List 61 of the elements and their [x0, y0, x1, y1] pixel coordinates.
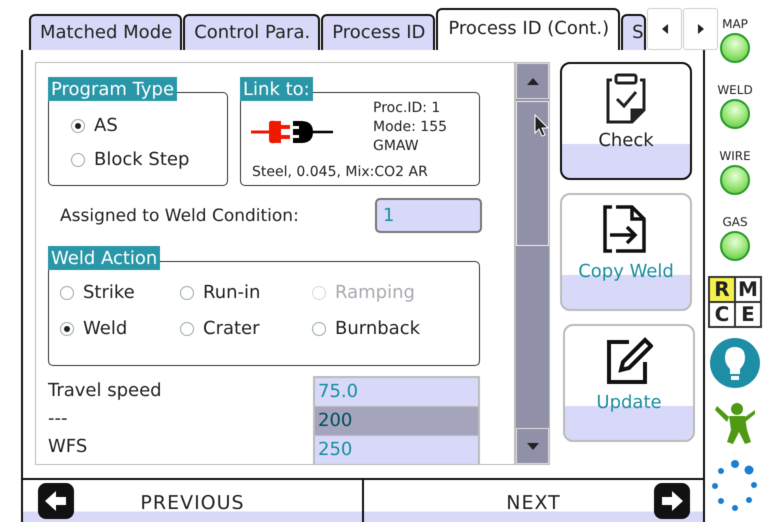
radio-label: Run-in	[203, 282, 260, 304]
mode-text: Mode: 155	[373, 118, 448, 137]
radio-button[interactable]	[180, 286, 194, 300]
caret-left-icon	[660, 24, 670, 34]
person-icon	[715, 402, 755, 446]
tab[interactable]: Matched Mode	[29, 14, 182, 50]
scroll-up-button[interactable]	[516, 63, 549, 99]
indicator-label: WELD	[717, 82, 753, 98]
radio-button[interactable]	[60, 322, 74, 336]
radio-button[interactable]	[71, 119, 85, 133]
scroll-right-button[interactable]	[683, 8, 718, 50]
radio-label: Strike	[83, 282, 135, 304]
tab[interactable]: Control Para.	[183, 14, 320, 50]
parameter-label: ---	[48, 408, 68, 431]
scrollbar-track[interactable]	[515, 62, 550, 465]
radio-label: Block Step	[94, 149, 190, 171]
radio-button[interactable]	[60, 286, 74, 300]
lightbulb-icon	[710, 338, 760, 388]
radio-label: Weld	[83, 318, 128, 340]
caret-up-icon	[526, 78, 538, 84]
scroll-down-button[interactable]	[516, 428, 549, 464]
action-button[interactable]: Update	[563, 324, 695, 442]
radio-button[interactable]	[180, 322, 194, 336]
arrow-left-icon	[38, 483, 74, 519]
field-label: Assigned to Weld Condition:	[60, 206, 300, 226]
previous-button[interactable]: PREVIOUS	[21, 480, 362, 522]
arrow-right-icon	[654, 483, 690, 519]
logo-letter: C	[710, 303, 734, 326]
next-button[interactable]: NEXT	[362, 480, 705, 522]
logo-letter: R	[710, 278, 734, 301]
caret-down-icon	[526, 442, 538, 450]
material-text: Steel, 0.045, Mix:CO2 AR	[251, 163, 429, 182]
value-list-item[interactable]: 200	[315, 407, 478, 436]
tab[interactable]: Process ID	[321, 14, 436, 50]
radio-label: Burnback	[335, 318, 420, 340]
process-text: GMAW	[373, 137, 420, 156]
action-button[interactable]: Copy Weld	[560, 193, 692, 311]
plug-connector-icon	[251, 118, 333, 146]
tab[interactable]: Process ID (Cont.)	[436, 8, 620, 50]
logo-letter: E	[736, 303, 760, 326]
radio-button[interactable]	[312, 322, 326, 336]
radio-button[interactable]	[71, 153, 85, 167]
tab[interactable]: S	[621, 14, 646, 50]
logo-letter: M	[736, 278, 760, 301]
indicator-label: GAS	[722, 214, 748, 230]
indicator-label: MAP	[722, 16, 748, 32]
group-title: Weld Action	[48, 246, 160, 270]
group-title: Program Type	[48, 77, 178, 101]
mouse-cursor-icon	[533, 114, 549, 138]
radio-label: Crater	[203, 318, 260, 340]
caret-right-icon	[696, 24, 706, 34]
process-id-text: Proc.ID: 1	[373, 99, 442, 118]
parameter-label: WFS	[48, 436, 88, 459]
radio-label: AS	[94, 115, 118, 137]
radio-label: Ramping	[335, 282, 415, 304]
scroll-left-button[interactable]	[647, 8, 682, 50]
indicator-label: WIRE	[719, 148, 751, 164]
group-title: Link to:	[240, 77, 313, 101]
scrollbar-thumb[interactable]	[516, 101, 549, 246]
parameter-label: Travel speed	[48, 380, 163, 403]
action-button[interactable]: Check	[560, 62, 692, 180]
